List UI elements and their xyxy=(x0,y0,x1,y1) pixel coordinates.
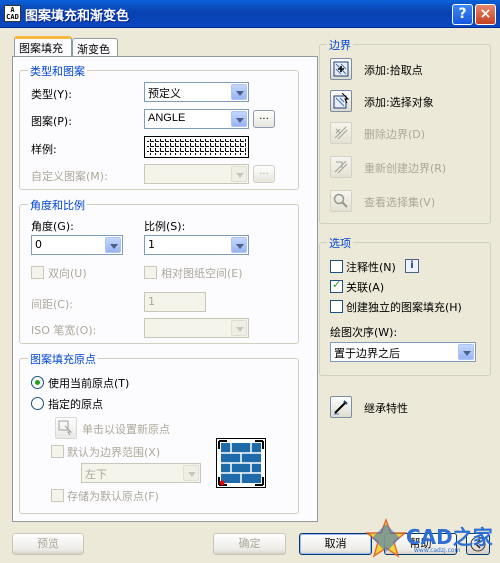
ok-button[interactable]: 确定 xyxy=(213,533,286,555)
magnifier-icon xyxy=(333,193,348,208)
chevron-down-icon xyxy=(231,166,247,182)
close-icon[interactable]: × xyxy=(475,4,496,25)
custom-browse-button[interactable]: ... xyxy=(253,165,275,183)
chevron-down-icon xyxy=(231,84,247,100)
click-set-origin-button[interactable] xyxy=(55,417,77,439)
custom-pattern-dropdown[interactable] xyxy=(144,164,249,184)
origin-preview xyxy=(216,438,266,488)
watermark-star-icon xyxy=(364,517,408,558)
chevron-down-icon xyxy=(105,237,121,253)
specified-origin-radio[interactable] xyxy=(31,397,44,410)
double-checkbox[interactable] xyxy=(31,266,44,279)
iso-pen-width-dropdown[interactable] xyxy=(144,318,249,338)
spacing-input[interactable]: 1 xyxy=(144,292,206,312)
default-extent-label: 默认为边界范围(X) xyxy=(67,446,161,459)
scale-label: 比例(S): xyxy=(144,220,186,233)
associative-checkbox[interactable] xyxy=(330,278,343,293)
chevron-down-icon xyxy=(231,111,247,127)
relative-paperspace-label: 相对图纸空间(E) xyxy=(161,267,243,280)
hatch-origin-title: 图案填充原点 xyxy=(28,351,98,367)
pick-points-icon xyxy=(333,61,349,77)
draw-order-label: 绘图次序(W): xyxy=(330,326,398,339)
remove-boundaries-icon xyxy=(334,126,348,140)
brick-preview-icon xyxy=(218,440,264,486)
recreate-boundary-label: 重新创建边界(R) xyxy=(364,162,447,175)
remove-boundaries-button[interactable] xyxy=(330,122,352,144)
type-pattern-title: 类型和图案 xyxy=(28,63,87,79)
view-selections-label: 查看选择集(V) xyxy=(364,196,436,209)
default-extent-checkbox[interactable] xyxy=(51,445,64,458)
separate-hatches-label: 创建独立的图案填充(H) xyxy=(346,301,462,314)
pattern-dropdown[interactable]: ANGLE xyxy=(144,109,249,129)
angle-pattern-preview xyxy=(147,139,246,155)
sample-label: 样例: xyxy=(31,143,57,156)
spacing-value: 1 xyxy=(148,295,155,308)
angle-dropdown[interactable]: 0 xyxy=(31,235,123,255)
tab-gradient[interactable]: 渐变色 xyxy=(72,38,118,58)
annotative-label: 注释性(N) xyxy=(346,261,396,274)
remove-boundaries-label: 删除边界(D) xyxy=(364,128,426,141)
spacing-label: 间距(C): xyxy=(31,298,73,311)
use-current-origin-radio[interactable] xyxy=(31,376,44,389)
custom-pattern-label: 自定义图案(M): xyxy=(31,170,108,183)
double-label: 双向(U) xyxy=(48,267,87,280)
specified-origin-label: 指定的原点 xyxy=(48,398,103,411)
pattern-swatch[interactable] xyxy=(144,136,249,158)
pattern-value: ANGLE xyxy=(148,112,186,124)
watermark-url: www.cadzj.com xyxy=(414,547,461,554)
associative-label: 关联(A) xyxy=(346,281,385,294)
draw-order-value: 置于边界之后 xyxy=(334,347,400,360)
angle-label: 角度(G): xyxy=(31,220,74,233)
info-icon[interactable]: i xyxy=(405,259,419,273)
window-title: 图案填充和渐变色 xyxy=(25,9,130,24)
pattern-label: 图案(P): xyxy=(31,115,72,128)
angle-scale-title: 角度和比例 xyxy=(28,197,87,213)
type-label: 类型(Y): xyxy=(31,88,73,101)
chevron-down-icon xyxy=(231,320,247,336)
click-set-origin-label: 单击以设置新原点 xyxy=(82,423,170,436)
chevron-down-icon xyxy=(231,237,247,253)
origin-position-value: 左下 xyxy=(85,468,107,481)
add-select-objects-label: 添加:选择对象 xyxy=(364,96,434,109)
store-origin-label: 存储为默认原点(F) xyxy=(67,490,159,503)
separate-hatches-checkbox[interactable] xyxy=(330,300,343,313)
recreate-boundary-button[interactable] xyxy=(330,156,352,178)
select-objects-icon xyxy=(333,93,349,109)
autocad-app-icon: A CAD xyxy=(4,5,21,22)
draw-order-dropdown[interactable]: 置于边界之后 xyxy=(330,342,476,362)
chevron-down-icon xyxy=(458,344,474,360)
cursor-pick-icon xyxy=(58,420,73,436)
recreate-boundary-icon xyxy=(334,160,348,174)
watermark-logo xyxy=(364,517,408,558)
pattern-browse-button[interactable]: ... xyxy=(253,110,275,128)
add-pick-points-button[interactable] xyxy=(330,58,352,80)
angle-value: 0 xyxy=(35,238,42,251)
type-dropdown[interactable]: 预定义 xyxy=(144,82,249,102)
view-selections-button[interactable] xyxy=(330,190,352,212)
inherit-properties-button[interactable] xyxy=(330,396,352,418)
origin-position-dropdown[interactable]: 左下 xyxy=(81,463,201,483)
boundaries-title: 边界 xyxy=(327,37,353,53)
options-title: 选项 xyxy=(327,235,353,251)
store-origin-checkbox[interactable] xyxy=(51,489,64,502)
tab-hatch[interactable]: 图案填充 xyxy=(14,36,72,58)
add-select-objects-button[interactable] xyxy=(330,90,352,112)
brush-icon xyxy=(334,400,348,415)
help-icon[interactable]: ? xyxy=(452,4,473,25)
iso-pen-width-label: ISO 笔宽(O): xyxy=(31,324,97,337)
chevron-down-icon xyxy=(183,465,199,481)
watermark-text: CAD之家 xyxy=(406,525,493,549)
preview-button[interactable]: 预览 xyxy=(12,533,84,555)
type-value: 预定义 xyxy=(148,87,181,100)
add-pick-points-label: 添加:拾取点 xyxy=(364,64,423,77)
scale-value: 1 xyxy=(148,238,155,251)
relative-paperspace-checkbox[interactable] xyxy=(144,266,157,279)
use-current-origin-label: 使用当前原点(T) xyxy=(48,377,130,390)
scale-dropdown[interactable]: 1 xyxy=(144,235,249,255)
cancel-button[interactable]: 取消 xyxy=(299,533,372,555)
annotative-checkbox[interactable] xyxy=(330,260,343,273)
inherit-properties-label: 继承特性 xyxy=(364,402,408,415)
